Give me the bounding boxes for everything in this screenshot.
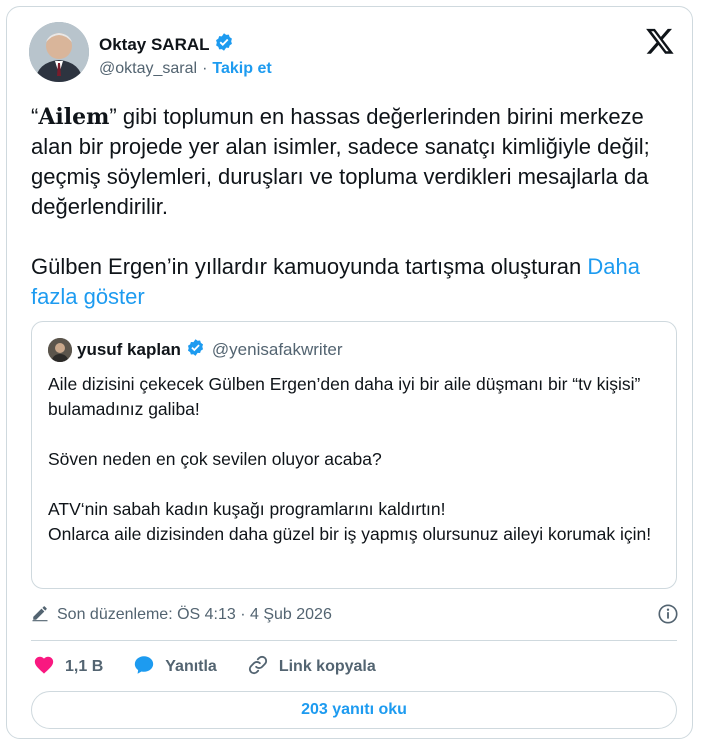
- edited-timestamp: Son düzenleme: ÖS 4:13 · 4 Şub 2026: [57, 606, 332, 623]
- quoted-word: Ailem: [38, 104, 110, 130]
- author-name[interactable]: Oktay SARAL: [99, 35, 210, 55]
- quoted-paragraph-2: Söven neden en çok sevilen oluyor acaba?: [48, 449, 382, 469]
- author-avatar[interactable]: [29, 22, 89, 82]
- like-button[interactable]: 1,1 B: [33, 654, 103, 681]
- tweet-paragraph-2-text: Gülben Ergen’in yıllardır kamuoyunda tar…: [31, 254, 582, 279]
- verified-badge-icon: [214, 32, 234, 57]
- heart-icon: [33, 654, 55, 681]
- author-handle[interactable]: @oktay_saral: [99, 60, 197, 78]
- tweet-header: Oktay SARAL @oktay_saral · Takip et: [29, 22, 679, 88]
- quoted-tweet-text: Aile dizisini çekecek Gülben Ergen’den d…: [48, 372, 660, 547]
- info-icon[interactable]: [657, 603, 679, 630]
- tweet-paragraph-2: Gülben Ergen’in yıllardır kamuoyunda tar…: [31, 252, 671, 312]
- quoted-paragraph-3-line-2: Onlarca aile dizisinden daha güzel bir i…: [48, 524, 652, 544]
- quoted-paragraph-3-line-1: ATV‘nin sabah kadın kuşağı programlarını…: [48, 499, 446, 519]
- x-logo-icon[interactable]: [645, 26, 675, 56]
- tweet-text: “Ailem” gibi toplumun en hassas değerler…: [31, 102, 671, 312]
- edited-info[interactable]: Son düzenleme: ÖS 4:13 · 4 Şub 2026: [31, 603, 681, 627]
- copy-link-label: Link kopyala: [278, 658, 376, 675]
- action-bar: 1,1 B Yanıtla Link kopyala: [33, 653, 406, 681]
- quoted-author-avatar[interactable]: [48, 338, 72, 362]
- reply-button[interactable]: Yanıtla: [133, 654, 217, 681]
- quoted-author-handle[interactable]: @yenisafakwriter: [212, 340, 343, 360]
- link-icon: [247, 654, 269, 681]
- pencil-icon: [31, 604, 49, 627]
- speech-bubble-icon: [133, 654, 155, 681]
- like-count: 1,1 B: [65, 658, 104, 675]
- follow-button[interactable]: Takip et: [212, 60, 271, 78]
- tweet-card: Oktay SARAL @oktay_saral · Takip et “Ail…: [6, 6, 693, 739]
- quoted-tweet[interactable]: yusuf kaplan @yenisafakwriter Aile dizis…: [31, 321, 677, 589]
- read-replies-label: 203 yanıtı oku: [301, 701, 407, 718]
- divider: [31, 640, 677, 641]
- quoted-paragraph-1: Aile dizisini çekecek Gülben Ergen’den d…: [48, 374, 641, 419]
- tweet-paragraph-1: “Ailem” gibi toplumun en hassas değerler…: [31, 102, 671, 222]
- reply-label: Yanıtla: [165, 658, 217, 675]
- handle-separator: ·: [202, 60, 208, 77]
- quoted-author-name[interactable]: yusuf kaplan: [77, 340, 181, 360]
- read-replies-button[interactable]: 203 yanıtı oku: [31, 691, 677, 729]
- verified-badge-icon: [186, 338, 205, 362]
- tweet-body: ” gibi toplumun en hassas değerlerinden …: [31, 104, 650, 219]
- copy-link-button[interactable]: Link kopyala: [247, 654, 376, 681]
